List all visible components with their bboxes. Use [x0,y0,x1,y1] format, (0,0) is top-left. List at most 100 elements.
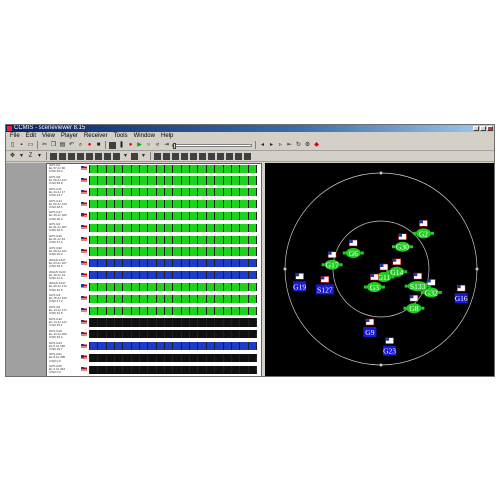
step-back-icon[interactable]: ⇤ [286,142,293,149]
record-icon[interactable]: ● [86,142,93,149]
rewind-icon[interactable]: « [154,142,161,149]
satellite-marker[interactable]: G30 [391,233,413,252]
skip-forward-icon[interactable]: ▸ [268,142,275,149]
new-file-icon[interactable]: ▯ [9,142,16,149]
find-icon[interactable]: ⌕ [77,142,84,149]
menu-edit[interactable]: Edit [26,132,36,140]
pan-icon[interactable]: ✥ [9,153,16,160]
satellite-marker[interactable]: G17 [321,251,343,270]
panel-6-icon[interactable] [199,152,206,160]
pause-icon[interactable]: ❚ [118,142,125,149]
menu-window[interactable]: Window [134,132,155,140]
copy-icon[interactable]: ❐ [50,142,57,149]
signal-row[interactable]: GPS G23 EL 5 Az 182 C/N0 29.7 [47,342,261,351]
fast-forward-icon[interactable]: » [145,142,152,149]
panel-7-icon[interactable] [208,152,215,160]
map-view-icon[interactable] [95,152,102,160]
signal-bar [240,330,248,339]
panel-8-icon[interactable] [217,152,224,160]
panel-2-icon[interactable] [163,152,170,160]
dropdown-icon[interactable]: ▾ [18,153,25,160]
split-view-icon[interactable] [68,152,75,160]
panel-1-icon[interactable] [154,152,161,160]
warning-icon[interactable]: ◆ [313,142,320,149]
signal-row[interactable]: GPS G17 EL 33 Az 326 C/N0 48.2 [47,211,261,221]
menu-view[interactable]: View [42,132,55,140]
satellite-marker[interactable]: G19 [293,272,306,292]
satellite-marker[interactable]: G16 [454,284,468,304]
skip-back-icon[interactable]: ◂ [259,142,266,149]
stop-square-icon[interactable] [109,141,116,149]
signal-row[interactable]: GPS G14 EL 60 Az 313 C/N0 48.5 [47,200,261,209]
satellite-marker[interactable]: G23 [383,337,396,356]
signal-row[interactable]: GPS G9 EL 14 Az 171 C/N0 34.8 [47,306,261,315]
signal-row[interactable]: GPS G30 EL 61 Az 44 C/N0 47.4 [47,235,261,244]
maximize-button[interactable] [480,126,486,131]
panel-4-icon[interactable] [181,152,188,160]
signal-row[interactable]: GPS G2 EL 57 Az 96 C/N0 49.3 [47,164,261,173]
panel-5-icon[interactable] [190,152,197,160]
panel-3-icon[interactable] [172,152,179,160]
signal-row[interactable]: GPS G6 EL 51 Az 207 C/N0 46.6 [47,223,261,232]
next-icon[interactable]: ▹ [277,142,284,149]
slider-thumb[interactable] [173,142,176,149]
chart-view-icon[interactable] [77,152,84,160]
signal-row[interactable]: GPS G11 EL 44 Az 17 C/N0 43.7 [47,188,261,197]
play-icon[interactable]: ▶ [136,142,143,149]
menu-tools[interactable]: Tools [114,132,128,140]
dropdown-icon[interactable]: ▾ [36,153,43,160]
panel-11-icon[interactable] [244,152,251,160]
menu-player[interactable]: Player [61,132,78,140]
panel-9-icon[interactable] [226,152,233,160]
close-button[interactable] [487,126,493,131]
stop-icon[interactable]: ■ [95,142,102,149]
dropdown-icon[interactable]: ▾ [140,153,147,160]
signal-row[interactable]: GPS G31 EL 8 Az 305 C/N0 0.0 [47,353,261,363]
signal-row[interactable]: WAAS S127 EL 24 Az 227 C/N0 39.6 [47,259,261,268]
signal-bar [190,318,198,327]
signal-bar [231,318,240,327]
signal-row[interactable]: GPS G3 EL 75 Az 156 C/N0 47.2 [47,294,261,303]
satellite-marker[interactable]: G8 [403,294,425,314]
signal-bar [198,259,206,268]
save-icon[interactable]: ▪ [18,142,25,149]
menu-receiver[interactable]: Receiver [84,132,108,140]
signal-view-icon[interactable] [104,152,111,160]
satellite-marker[interactable]: G6 [342,239,364,258]
signal-bar [248,164,256,173]
signal-row[interactable]: GPS G25 EL 3 Az 344 C/N0 0.0 [47,365,261,374]
cut-icon[interactable]: ✂ [41,142,48,149]
grid-view-icon[interactable] [50,152,57,160]
signal-row[interactable]: GPS G8 EL 66 Az 217 C/N0 48.8 [47,176,261,185]
table-view-icon[interactable] [86,152,93,160]
signal-row-label: GPS G9 EL 14 Az 171 C/N0 34.8 [49,306,81,315]
satellite-marker[interactable]: G9 [363,318,377,338]
step-forward-icon[interactable]: ⇥ [163,142,170,149]
signal-row[interactable]: GPS G16 EL 14 Az 121 C/N0 35.1 [47,318,261,327]
satellite-label: G9 [365,328,374,337]
settings-icon[interactable]: ⚙ [304,142,311,149]
layout-icon[interactable] [131,152,138,160]
loop-icon[interactable]: ↻ [295,142,302,149]
dropdown-icon[interactable]: ▾ [122,153,129,160]
menu-file[interactable]: File [10,132,20,140]
paste-icon[interactable]: ▤ [59,142,66,149]
panel-10-icon[interactable] [235,152,242,160]
menu-help[interactable]: Help [161,132,173,140]
signal-bars [89,176,257,185]
record-button-icon[interactable]: ● [127,142,134,149]
open-folder-icon[interactable]: ▭ [27,142,34,149]
zoom-icon[interactable]: Z [27,153,34,160]
list-view-icon[interactable] [59,152,66,160]
satellite-marker[interactable]: S127 [315,276,334,295]
sky-view-icon[interactable] [113,152,120,160]
undo-icon[interactable]: ↶ [68,142,75,149]
signal-row[interactable]: WAAS S133 EL 30 Az 44 C/N0 41.0 [47,271,261,280]
signal-bar [206,294,215,303]
satellite-marker[interactable]: G2 [412,220,434,239]
signal-row[interactable]: WAAS S137 EL 40 Az 172 C/N0 40.5 [47,282,261,292]
playback-slider[interactable] [172,142,252,149]
signal-row[interactable]: GPS G32 EL 28 Az 121 C/N0 39.3 [47,247,261,256]
signal-row[interactable]: GPS G19 EL 13 Az 266 C/N0 33.4 [47,330,261,339]
minimize-button[interactable] [473,126,479,131]
